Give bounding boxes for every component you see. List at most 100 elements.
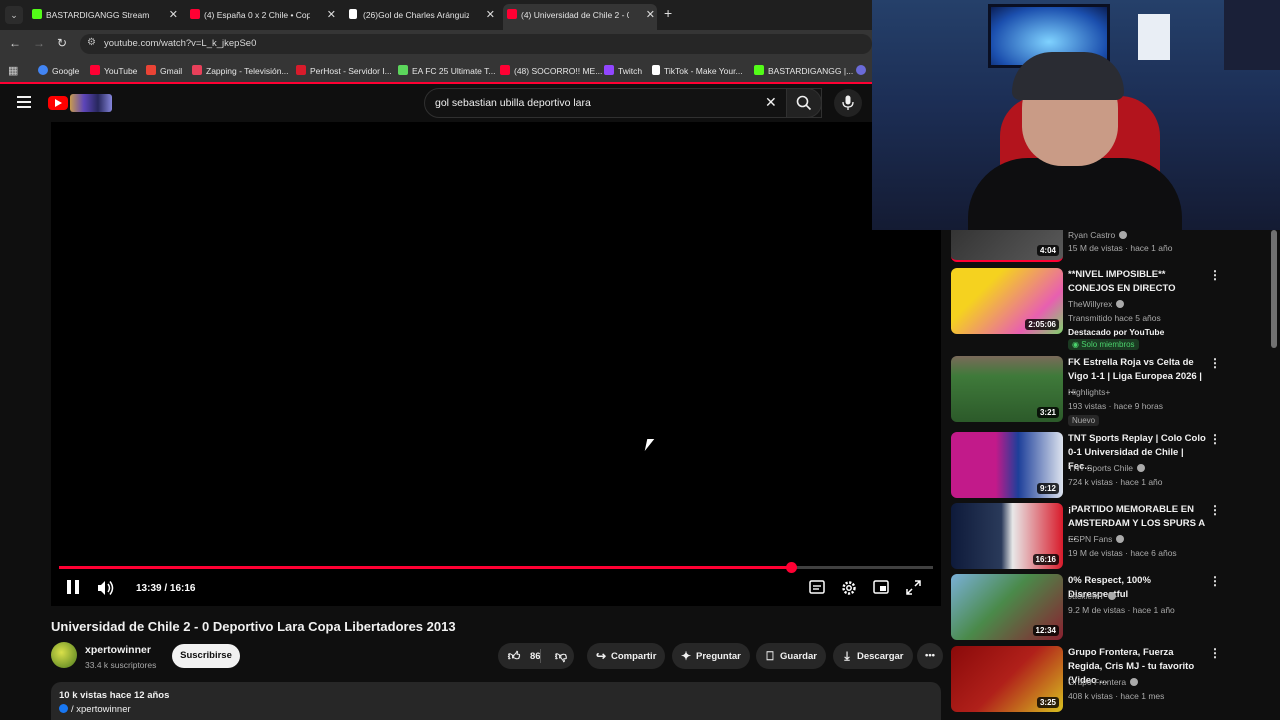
divider	[540, 649, 541, 663]
youtube-logo-icon[interactable]	[48, 96, 68, 110]
recommendation-item[interactable]: 3:25 Grupo Frontera, Fuerza Regida, Cris…	[951, 646, 1231, 716]
fullscreen-icon[interactable]	[906, 580, 921, 595]
url-field[interactable]: ⚙ youtube.com/watch?v=L_k_jkepSe0	[80, 34, 872, 54]
close-icon[interactable]: ✕	[169, 4, 178, 26]
site-info-icon[interactable]: ⚙	[87, 37, 96, 48]
members-only-badge: ◉ Solo miembros	[1068, 339, 1139, 350]
video-duration: 4:04	[1036, 245, 1059, 256]
miniplayer-icon[interactable]	[873, 580, 889, 594]
video-thumbnail[interactable]: 3:25	[951, 646, 1063, 712]
scrubber-handle[interactable]	[786, 562, 798, 573]
more-vertical-icon[interactable]: ⋮	[1209, 503, 1221, 517]
description-box[interactable]: 10 k vistas hace 12 años / xpertowinner	[51, 682, 941, 720]
forward-icon[interactable]: →	[33, 36, 45, 50]
browser-tab[interactable]: BASTARDIGANGG Stream - Wa ✕	[28, 4, 180, 26]
bookmark-tiktok[interactable]: TikTok - Make Your...	[652, 65, 743, 76]
facebook-link[interactable]: / xpertowinner	[59, 704, 131, 715]
new-tab-icon[interactable]: +	[664, 5, 672, 21]
recommendation-item[interactable]: 12:34 0% Respect, 100% Disrespectful Jac…	[951, 574, 1231, 644]
bookmark-google[interactable]: Google	[38, 65, 79, 76]
bookmark-twitch[interactable]: Twitch	[604, 65, 642, 76]
progress-bar[interactable]	[59, 562, 933, 573]
bookmark-youtube[interactable]: YouTube	[90, 65, 137, 76]
scrollbar-thumb[interactable]	[1271, 230, 1277, 348]
back-icon[interactable]: ←	[9, 36, 21, 50]
menu-icon[interactable]	[17, 96, 31, 108]
recommendation-item[interactable]: 4:04 Ryan Castro 15 M de vistas · hace 1…	[951, 230, 1231, 262]
thumbs-down-icon[interactable]: 👎︎	[551, 643, 571, 669]
rec-channel[interactable]: TheWillyrex	[1068, 299, 1125, 309]
video-duration: 16:16	[1032, 554, 1059, 565]
more-vertical-icon[interactable]: ⋮	[1209, 574, 1221, 588]
video-thumbnail[interactable]: 4:04	[951, 230, 1063, 262]
recommendation-item[interactable]: 2:05:06 **NIVEL IMPOSIBLE** CONEJOS EN D…	[951, 268, 1231, 352]
youtube-doodle[interactable]	[70, 94, 112, 112]
rec-meta: 408 k vistas · hace 1 mes	[1068, 691, 1165, 701]
clear-icon[interactable]: ✕	[765, 94, 777, 111]
rec-channel[interactable]: ESPN Fans	[1068, 534, 1125, 544]
video-thumbnail[interactable]: 12:34	[951, 574, 1063, 640]
ask-button[interactable]: ✦ Preguntar	[672, 643, 750, 669]
extension-icon	[856, 65, 866, 75]
reload-icon[interactable]: ↻	[57, 36, 67, 50]
bookmark-ea-fc[interactable]: EA FC 25 Ultimate T...	[398, 65, 495, 76]
bookmark-bastardigangg[interactable]: BASTARDIGANGG |...	[754, 65, 853, 76]
rec-channel[interactable]: Ryan Castro	[1068, 230, 1128, 240]
thumbs-up-icon[interactable]: 👍︎	[504, 643, 524, 669]
bookmark-gmail[interactable]: Gmail	[146, 65, 182, 76]
recommendation-item[interactable]: 16:16 ¡PARTIDO MEMORABLE EN AMSTERDAM Y …	[951, 503, 1231, 573]
rec-channel[interactable]: TNT Sports Chile	[1068, 463, 1146, 473]
download-label: Descargar	[857, 651, 904, 662]
bookmark-socorro[interactable]: (48) SOCORRO!! ME...	[500, 65, 602, 76]
bookmark-more[interactable]	[856, 65, 870, 76]
video-player[interactable]: 13:39 / 16:16	[51, 122, 941, 606]
settings-gear-icon[interactable]	[841, 580, 857, 596]
tab-search-icon[interactable]: ⌄	[5, 6, 23, 24]
save-button[interactable]: ⎕ Guardar	[756, 643, 826, 669]
bookmark-perhost[interactable]: PerHost - Servidor I...	[296, 65, 392, 76]
bookmark-zapping[interactable]: Zapping - Televisión...	[192, 65, 289, 76]
download-button[interactable]: ⤓ Descargar	[833, 643, 913, 669]
rec-channel[interactable]: JackieMT	[1068, 591, 1117, 601]
search-input[interactable]: gol sebastian ubilla deportivo lara ✕	[424, 88, 822, 118]
rec-channel[interactable]: Grupo Frontera	[1068, 677, 1139, 687]
more-vertical-icon[interactable]: ⋮	[1209, 432, 1221, 446]
video-thumbnail[interactable]: 9:12	[951, 432, 1063, 498]
video-thumbnail[interactable]: 2:05:06	[951, 268, 1063, 334]
channel-avatar[interactable]	[51, 642, 77, 668]
video-thumbnail[interactable]: 16:16	[951, 503, 1063, 569]
subtitles-icon[interactable]	[809, 580, 825, 594]
more-vertical-icon[interactable]: ⋮	[1209, 356, 1221, 370]
pause-button[interactable]	[67, 580, 79, 594]
sidebar-scrollbar[interactable]	[1270, 230, 1278, 720]
close-icon[interactable]: ✕	[327, 4, 336, 26]
bookmark-label: Zapping - Televisión...	[206, 66, 289, 76]
more-actions-button[interactable]: •••	[917, 643, 943, 669]
recommendation-item[interactable]: 3:21 FK Estrella Roja vs Celta de Vigo 1…	[951, 356, 1231, 426]
like-count[interactable]: 86	[530, 651, 541, 662]
more-vertical-icon[interactable]: ⋮	[1209, 646, 1221, 660]
channel-name[interactable]: xpertowinner	[85, 644, 151, 656]
browser-tab[interactable]: (4) España 0 x 2 Chile • Copa d ✕	[186, 4, 338, 26]
rec-meta: 19 M de vistas · hace 6 años	[1068, 548, 1177, 558]
close-icon[interactable]: ✕	[646, 4, 655, 26]
subscribe-button[interactable]: Suscribirse	[172, 644, 240, 668]
volume-icon[interactable]	[97, 580, 115, 596]
recommendation-item[interactable]: 9:12 TNT Sports Replay | Colo Colo 0-1 U…	[951, 432, 1231, 502]
rec-meta: 9.2 M de vistas · hace 1 año	[1068, 605, 1175, 615]
bookmarks-bar: ▦ Google YouTube Gmail Zapping - Televis…	[0, 58, 872, 84]
rec-channel[interactable]: Highlights+	[1068, 387, 1110, 397]
kick-favicon-icon	[32, 9, 42, 19]
video-thumbnail[interactable]: 3:21	[951, 356, 1063, 422]
video-duration: 2:05:06	[1025, 319, 1059, 330]
search-button[interactable]	[786, 88, 822, 118]
rec-title[interactable]: **NIVEL IMPOSIBLE** CONEJOS EN DIRECTO	[1068, 268, 1208, 296]
close-icon[interactable]: ✕	[486, 4, 495, 26]
voice-search-button[interactable]	[834, 89, 862, 117]
apps-grid-icon[interactable]: ▦	[8, 64, 18, 77]
browser-tab[interactable]: (26)Gol de Charles Aránguiz en ✕	[345, 4, 497, 26]
share-button[interactable]: ↪ Compartir	[587, 643, 665, 669]
tab-title: (26)Gol de Charles Aránguiz en	[363, 10, 469, 20]
browser-tab-active[interactable]: (4) Universidad de Chile 2 - 0 D ✕	[503, 4, 657, 30]
more-vertical-icon[interactable]: ⋮	[1209, 268, 1221, 282]
